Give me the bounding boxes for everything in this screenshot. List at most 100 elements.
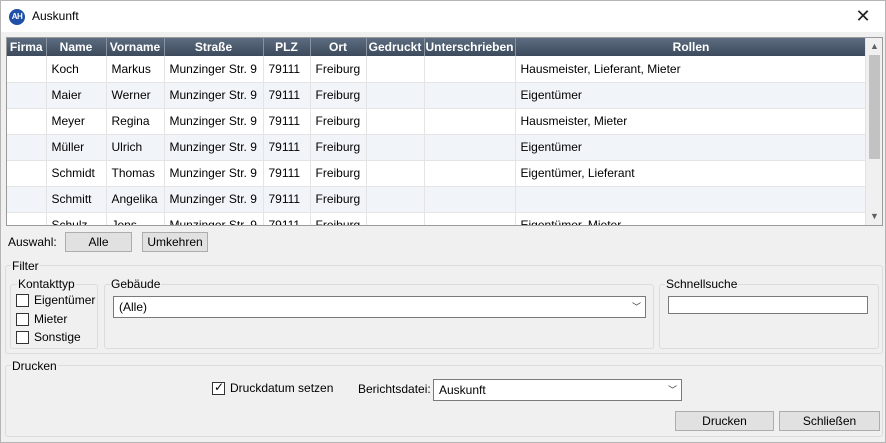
cell-gedruckt[interactable] bbox=[366, 82, 425, 109]
column-header-unterschrieben[interactable]: Unterschrieben bbox=[424, 38, 516, 56]
cell-vorname[interactable]: Werner bbox=[106, 82, 165, 109]
cell-strasse[interactable]: Munzinger Str. 9 bbox=[164, 56, 264, 83]
cell-unterschrieben[interactable] bbox=[424, 186, 516, 213]
cell-gedruckt[interactable] bbox=[366, 212, 425, 225]
column-header-vorname[interactable]: Vorname bbox=[106, 38, 165, 56]
column-header-plz[interactable]: PLZ bbox=[263, 38, 311, 56]
cell-unterschrieben[interactable] bbox=[424, 160, 516, 187]
cell-vorname[interactable]: Thomas bbox=[106, 160, 165, 187]
checkbox-eigentuemer[interactable]: Eigentümer bbox=[16, 293, 98, 309]
cell-firma[interactable] bbox=[7, 186, 47, 213]
cell-strasse[interactable]: Munzinger Str. 9 bbox=[164, 108, 264, 135]
cell-gedruckt[interactable] bbox=[366, 56, 425, 83]
table-row[interactable]: Meyer Regina Munzinger Str. 9 79111 Frei… bbox=[7, 108, 868, 135]
cell-ort[interactable]: Freiburg bbox=[310, 82, 367, 109]
cell-ort[interactable]: Freiburg bbox=[310, 160, 367, 187]
mieter-checkbox[interactable] bbox=[16, 313, 29, 326]
cell-firma[interactable] bbox=[7, 134, 47, 161]
cell-unterschrieben[interactable] bbox=[424, 82, 516, 109]
cell-ort[interactable]: Freiburg bbox=[310, 134, 367, 161]
cell-firma[interactable] bbox=[7, 160, 47, 187]
cell-plz[interactable]: 79111 bbox=[263, 160, 311, 187]
cell-vorname[interactable]: Markus bbox=[106, 56, 165, 83]
cell-ort[interactable]: Freiburg bbox=[310, 108, 367, 135]
cell-strasse[interactable]: Munzinger Str. 9 bbox=[164, 186, 264, 213]
cell-vorname[interactable]: Angelika bbox=[106, 186, 165, 213]
cell-plz[interactable]: 79111 bbox=[263, 82, 311, 109]
invert-selection-button[interactable]: Umkehren bbox=[142, 232, 208, 252]
eigentuemer-checkbox[interactable] bbox=[16, 294, 29, 307]
cell-unterschrieben[interactable] bbox=[424, 134, 516, 161]
column-header-name[interactable]: Name bbox=[46, 38, 107, 56]
cell-name[interactable]: Meyer bbox=[46, 108, 107, 135]
cell-unterschrieben[interactable] bbox=[424, 212, 516, 225]
cell-ort[interactable]: Freiburg bbox=[310, 56, 367, 83]
cell-plz[interactable]: 79111 bbox=[263, 134, 311, 161]
cell-unterschrieben[interactable] bbox=[424, 108, 516, 135]
close-button[interactable]: Schließen bbox=[779, 411, 880, 431]
cell-strasse[interactable]: Munzinger Str. 9 bbox=[164, 82, 264, 109]
print-button[interactable]: Drucken bbox=[675, 411, 774, 431]
checkbox-mieter[interactable]: Mieter bbox=[16, 312, 98, 328]
print-date-checkbox[interactable] bbox=[212, 380, 225, 395]
cell-gedruckt[interactable] bbox=[366, 160, 425, 187]
column-header-rollen[interactable]: Rollen bbox=[515, 38, 868, 56]
cell-firma[interactable] bbox=[7, 56, 47, 83]
cell-name[interactable]: Maier bbox=[46, 82, 107, 109]
chevron-down-icon[interactable]: ﹀ bbox=[632, 300, 641, 313]
cell-rollen[interactable]: Eigentümer bbox=[515, 82, 868, 109]
cell-firma[interactable] bbox=[7, 108, 47, 135]
cell-ort[interactable]: Freiburg bbox=[310, 186, 367, 213]
table-row[interactable]: Schmidt Thomas Munzinger Str. 9 79111 Fr… bbox=[7, 160, 868, 187]
scroll-down-icon[interactable]: ▼ bbox=[866, 208, 882, 225]
cell-rollen[interactable]: Hausmeister, Lieferant, Mieter bbox=[515, 56, 868, 83]
table-row[interactable]: Maier Werner Munzinger Str. 9 79111 Frei… bbox=[7, 82, 868, 109]
table-row[interactable]: Schmitt Angelika Munzinger Str. 9 79111 … bbox=[7, 186, 868, 213]
column-header-ort[interactable]: Ort bbox=[310, 38, 367, 56]
report-file-combobox[interactable]: Auskunft ﹀ bbox=[433, 379, 682, 401]
cell-name[interactable]: Müller bbox=[46, 134, 107, 161]
cell-strasse[interactable]: Munzinger Str. 9 bbox=[164, 160, 264, 187]
cell-rollen[interactable] bbox=[515, 186, 868, 213]
cell-plz[interactable]: 79111 bbox=[263, 108, 311, 135]
table-row[interactable]: Schulz Jens Munzinger Str. 9 79111 Freib… bbox=[7, 212, 868, 225]
cell-plz[interactable]: 79111 bbox=[263, 212, 311, 225]
cell-name[interactable]: Schmitt bbox=[46, 186, 107, 213]
cell-rollen[interactable]: Eigentümer bbox=[515, 134, 868, 161]
scroll-up-icon[interactable]: ▲ bbox=[866, 38, 882, 55]
cell-ort[interactable]: Freiburg bbox=[310, 212, 367, 225]
checkbox-sonstige[interactable]: Sonstige bbox=[16, 330, 98, 346]
column-header-firma[interactable]: Firma bbox=[7, 38, 47, 56]
cell-name[interactable]: Schmidt bbox=[46, 160, 107, 187]
cell-plz[interactable]: 79111 bbox=[263, 186, 311, 213]
cell-rollen[interactable]: Eigentümer, Lieferant bbox=[515, 160, 868, 187]
table-row[interactable]: Koch Markus Munzinger Str. 9 79111 Freib… bbox=[7, 56, 868, 83]
grid-vertical-scrollbar[interactable]: ▲ ▼ bbox=[865, 38, 882, 225]
cell-unterschrieben[interactable] bbox=[424, 56, 516, 83]
cell-gedruckt[interactable] bbox=[366, 134, 425, 161]
cell-name[interactable]: Koch bbox=[46, 56, 107, 83]
cell-gedruckt[interactable] bbox=[366, 108, 425, 135]
cell-firma[interactable] bbox=[7, 212, 47, 225]
column-header-gedruckt[interactable]: Gedruckt bbox=[366, 38, 425, 56]
cell-strasse[interactable]: Munzinger Str. 9 bbox=[164, 134, 264, 161]
scrollbar-thumb[interactable] bbox=[869, 55, 880, 159]
cell-vorname[interactable]: Regina bbox=[106, 108, 165, 135]
cell-rollen[interactable]: Hausmeister, Mieter bbox=[515, 108, 868, 135]
building-combobox[interactable]: (Alle) ﹀ bbox=[113, 296, 646, 318]
cell-gedruckt[interactable] bbox=[366, 186, 425, 213]
column-header-strasse[interactable]: Straße bbox=[164, 38, 264, 56]
cell-rollen[interactable]: Eigentümer, Mieter bbox=[515, 212, 868, 225]
cell-firma[interactable] bbox=[7, 82, 47, 109]
select-all-button[interactable]: Alle bbox=[65, 232, 132, 252]
cell-vorname[interactable]: Jens bbox=[106, 212, 165, 225]
close-icon[interactable]: ✕ bbox=[841, 1, 885, 32]
sonstige-checkbox[interactable] bbox=[16, 331, 29, 344]
cell-plz[interactable]: 79111 bbox=[263, 56, 311, 83]
quicksearch-input[interactable] bbox=[668, 296, 868, 314]
cell-name[interactable]: Schulz bbox=[46, 212, 107, 225]
table-row[interactable]: Müller Ulrich Munzinger Str. 9 79111 Fre… bbox=[7, 134, 868, 161]
cell-strasse[interactable]: Munzinger Str. 9 bbox=[164, 212, 264, 225]
print-date-option[interactable]: Druckdatum setzen bbox=[212, 380, 342, 397]
chevron-down-icon[interactable]: ﹀ bbox=[668, 383, 677, 396]
